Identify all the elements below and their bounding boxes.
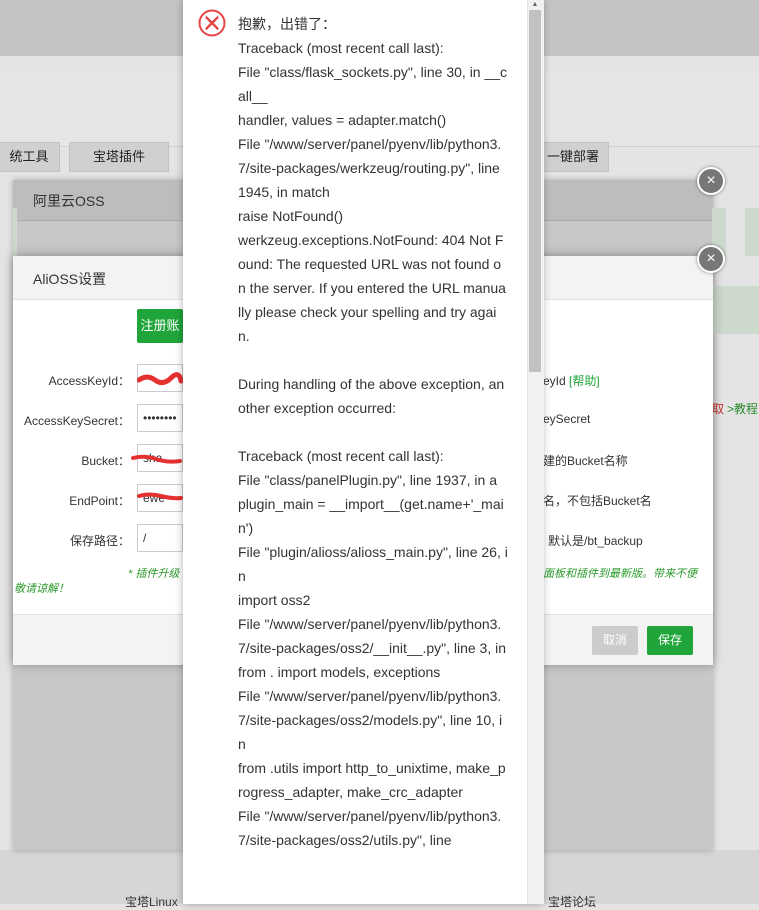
upgrade-note-left: * 插件升级 [128, 568, 180, 580]
error-x-icon [198, 9, 226, 37]
footer-right-link[interactable]: 宝塔论坛 [548, 893, 596, 910]
accesskeysecret-help: eySecret [543, 412, 591, 426]
save-path-help: 默认是/bt_backup [548, 534, 643, 548]
settings-dialog-title: AliOSS设置 [33, 271, 107, 287]
outer-dialog-title: 阿里云OSS [33, 193, 105, 209]
bucket-label: Bucket： [81, 454, 130, 468]
background-green-panel [712, 286, 759, 334]
help-link[interactable]: [帮助] [569, 374, 600, 388]
accesskeysecret-label: AccessKeySecret： [23, 414, 130, 428]
background-green-button [745, 208, 759, 256]
accesskeysecret-input[interactable]: •••••••• [137, 404, 183, 432]
tab-system-tools[interactable]: 统工具 [0, 142, 60, 172]
settings-dialog-close-button[interactable]: × [697, 245, 725, 273]
tab-one-click-deploy[interactable]: 一键部署 [537, 142, 609, 172]
background-link-b[interactable]: >教程 [727, 400, 758, 417]
save-path-label: 保存路径： [69, 534, 130, 548]
upgrade-note-second-line: 敬请谅解！ [14, 583, 69, 595]
scroll-up-arrow-icon[interactable]: ▲ [527, 0, 543, 10]
endpoint-label: EndPoint： [69, 494, 130, 508]
accesskeyid-label: AccessKeyId： [48, 374, 130, 388]
endpoint-help: 名，不包括Bucket名 [543, 494, 652, 508]
outer-dialog-close-button[interactable]: × [697, 167, 725, 195]
redaction-scribble-icon [131, 454, 182, 464]
accesskeyid-help: eyId [帮助] [543, 374, 600, 388]
redaction-scribble-icon [137, 492, 183, 501]
error-popup-scrollbar-thumb[interactable] [529, 10, 541, 372]
bucket-help: 建的Bucket名称 [543, 454, 628, 468]
outer-dialog-green-edge-left [13, 208, 17, 256]
cancel-button[interactable]: 取消 [592, 626, 638, 655]
background-link-a[interactable]: 取 [712, 400, 724, 417]
upgrade-note-right: 面板和插件到最新版。带来不便 [543, 568, 697, 580]
tab-bt-plugins[interactable]: 宝塔插件 [69, 142, 169, 172]
error-traceback-text: 抱歉，出错了： Traceback (most recent call last… [238, 16, 508, 848]
footer-left-text: 宝塔Linux [125, 895, 178, 909]
redaction-scribble-icon [137, 372, 183, 386]
register-account-button[interactable]: 注册账 [137, 309, 183, 343]
save-button[interactable]: 保存 [647, 626, 693, 655]
save-path-input[interactable]: / [137, 524, 183, 552]
